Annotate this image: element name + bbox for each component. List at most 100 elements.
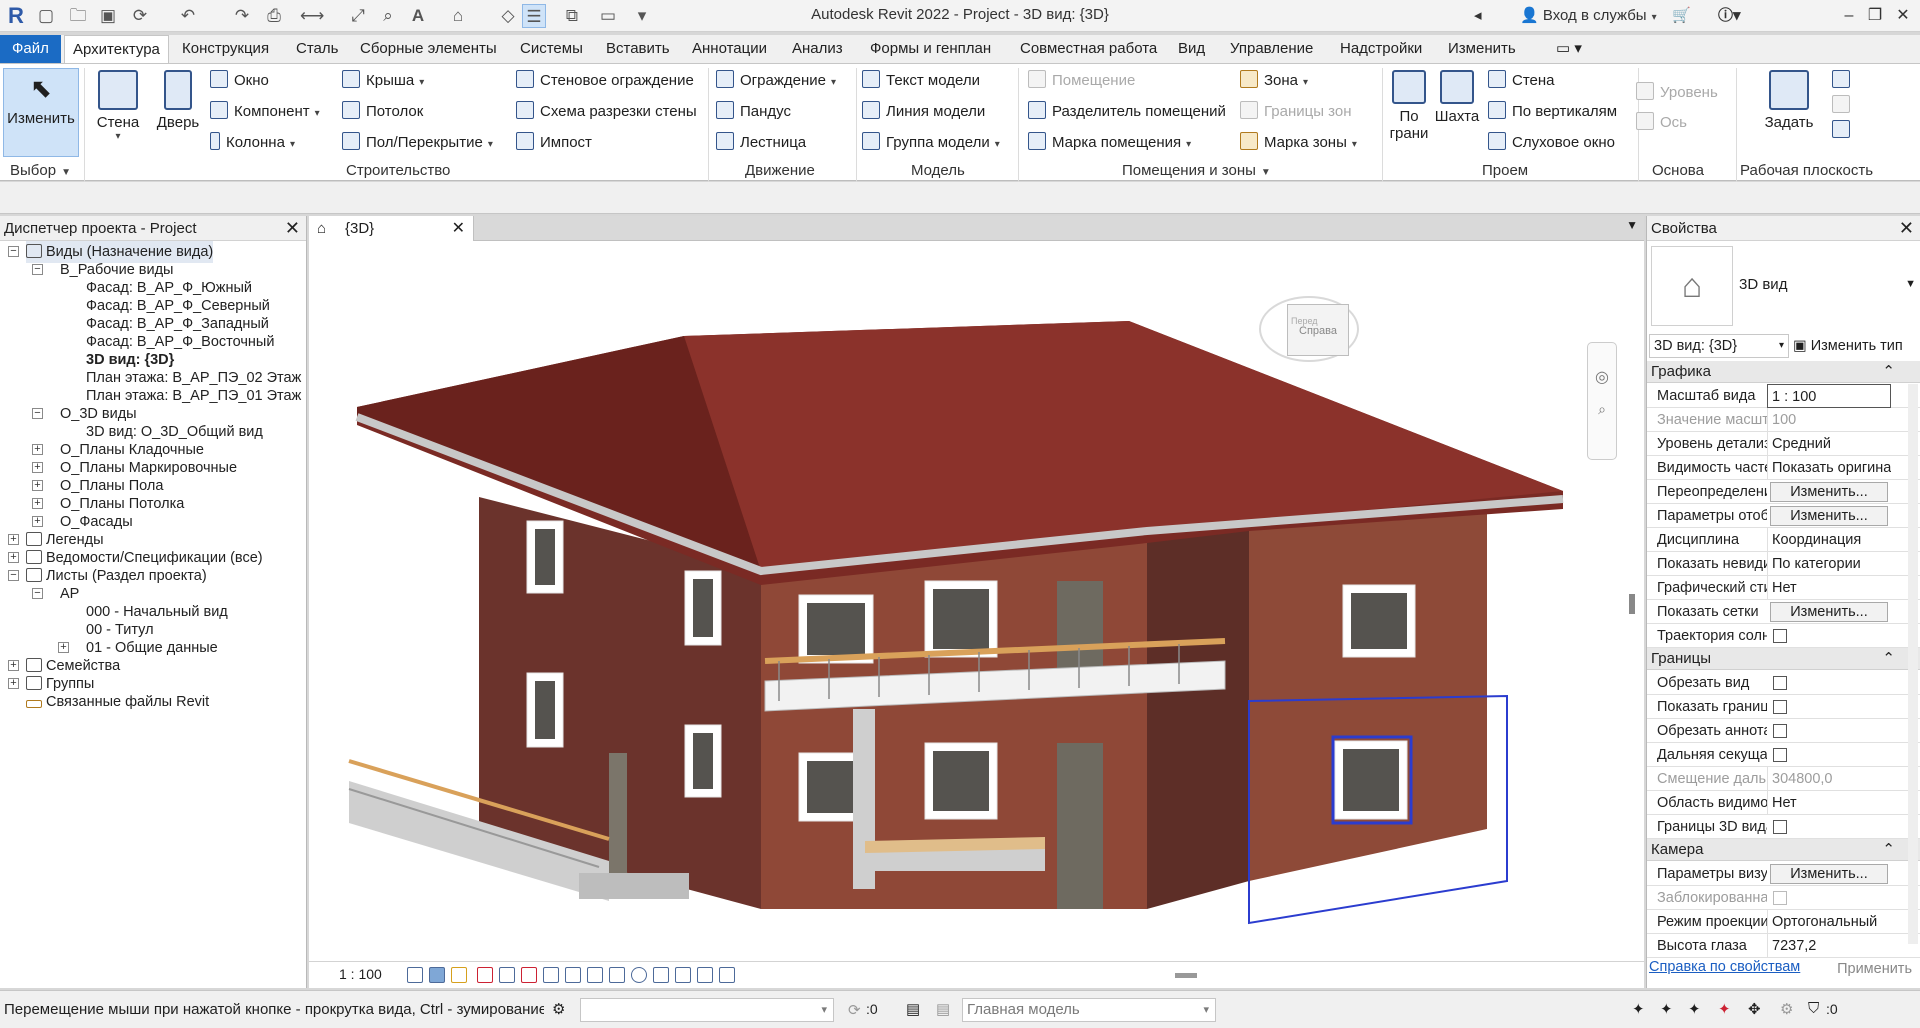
tree-node-sheet-group[interactable]: АР [60,583,79,605]
prop-annotation-crop[interactable]: Обрезать аннотации [1647,719,1920,743]
dimension-icon[interactable]: ⤢ [346,4,370,28]
roof-button[interactable]: Крыша ▾ [342,68,424,94]
prop-view-scale[interactable]: Масштаб вида 1 : 100 [1647,384,1920,408]
tab-steel[interactable]: Сталь [288,35,346,63]
drag-on-selection-icon[interactable]: ✥ [1748,1000,1761,1018]
ceiling-button[interactable]: Потолок [342,99,423,125]
component-button[interactable]: Компонент ▾ [210,99,320,125]
model-group-button[interactable]: Группа модели ▾ [862,130,1000,156]
group-graphics[interactable]: Графика ⌃ [1647,361,1920,383]
prop-show-grids[interactable]: Показать сетки Изменить... [1647,600,1920,624]
collapse-icon[interactable]: − [32,408,43,419]
navigation-bar[interactable]: ◎ ⌕ [1587,342,1617,460]
model-text-button[interactable]: Текст модели [862,68,980,94]
undo-icon[interactable]: ↶ [176,4,200,28]
prop-projection-mode[interactable]: Режим проекции Ортогональный [1647,910,1920,934]
prop-value[interactable]: Показать оригинал [1767,456,1891,480]
group-extents[interactable]: Границы ⌃ [1647,648,1920,670]
steering-wheel-icon[interactable]: ◎ [1588,367,1616,387]
expand-icon[interactable]: + [8,678,19,689]
print-icon[interactable]: ⎙ [262,4,286,28]
column-button[interactable]: Колонна ▾ [210,130,295,156]
prop-graphic-style[interactable]: Графический стильНет [1647,576,1920,600]
show-workplane-icon[interactable] [1832,68,1850,94]
prop-value[interactable]: По категории [1767,552,1891,576]
view-window[interactable]: ⌂ {3D} ✕ ▼ Справа Перед ◎ ⌕ 1: 100 [309,216,1644,988]
sun-path-icon[interactable] [451,967,467,983]
collapse-icon[interactable]: − [8,570,19,581]
wall-opening-button[interactable]: Стена [1488,68,1555,94]
tab-modify[interactable]: Изменить [1440,35,1524,63]
expand-icon[interactable]: + [32,498,43,509]
floor-button[interactable]: Пол/Перекрытие ▾ [342,130,493,156]
set-workplane-button[interactable]: Задать [1756,68,1822,131]
railing-button[interactable]: Ограждение ▾ [716,68,836,94]
properties-scrollbar[interactable] [1908,384,1918,944]
edit-button[interactable]: Изменить... [1770,482,1888,502]
prop-value[interactable]: Нет [1767,576,1891,600]
select-underlay-icon[interactable]: ✦ [1660,1000,1673,1018]
grid-button[interactable]: Ось [1636,110,1687,136]
room-area-panel-menu[interactable]: Помещения и зоны ▼ [1122,161,1271,181]
prop-section-box[interactable]: Границы 3D вида [1647,815,1920,839]
viewer-icon[interactable] [1832,118,1850,144]
wall-button[interactable]: Стена ▾ [92,68,144,142]
viewcube[interactable]: Справа [1287,304,1349,356]
expand-icon[interactable]: + [8,552,19,563]
visual-style-icon[interactable] [429,967,445,983]
select-by-face-icon[interactable]: ✦ [1718,1000,1731,1018]
prop-crop-view[interactable]: Обрезать вид [1647,671,1920,695]
revit-logo-icon[interactable]: R [4,4,28,28]
wall-dropdown-icon[interactable]: ▾ [92,131,144,142]
door-button[interactable]: Дверь [152,68,204,131]
ramp-button[interactable]: Пандус [716,99,791,125]
prop-far-clip[interactable]: Дальняя секущая [1647,743,1920,767]
sync-icon[interactable]: ⟳ [128,4,152,28]
prop-scope-box[interactable]: Область видимостиНет [1647,791,1920,815]
detail-level-icon[interactable] [407,967,423,983]
prop-discipline[interactable]: Дисциплина Координация [1647,528,1920,552]
window-button[interactable]: Окно [210,68,269,94]
tree-node-sheets[interactable]: Листы (Раздел проекта) [26,565,207,587]
new-file-icon[interactable]: ▢ [34,4,58,28]
prop-crop-visible[interactable]: Показать границу [1647,695,1920,719]
prop-sun-path[interactable]: Траектория солнца [1647,624,1920,648]
instance-selector[interactable]: 3D вид: {3D} ▾ [1649,334,1789,358]
tab-insert[interactable]: Вставить [598,35,678,63]
vertical-scrollbar[interactable] [1629,594,1635,614]
thin-lines-icon[interactable]: ☰ [522,4,546,28]
room-separator-button[interactable]: Разделитель помещений [1028,99,1226,125]
prop-detail-level[interactable]: Уровень детализацииСредний [1647,432,1920,456]
tab-systems[interactable]: Системы [512,35,591,63]
customize-quick-access-icon[interactable]: ▾ [630,4,654,28]
apply-button[interactable]: Применить [1837,961,1912,977]
edit-button[interactable]: Изменить... [1770,864,1888,884]
room-tag-button[interactable]: Марка помещения ▾ [1028,130,1191,156]
save-icon[interactable]: ▣ [96,4,120,28]
vertical-opening-button[interactable]: По вертикалям [1488,99,1617,125]
ribbon-options-icon[interactable]: ▭ ▾ [1548,35,1590,63]
crop-view-checkbox[interactable] [1773,676,1787,690]
view-tab[interactable]: ⌂ {3D} ✕ [309,216,474,241]
tab-addins[interactable]: Надстройки [1332,35,1430,63]
tab-menu-icon[interactable]: ▼ [1626,218,1638,232]
tab-annotate[interactable]: Аннотации [684,35,775,63]
horizontal-scrollbar[interactable] [1175,973,1197,978]
collapse-icon[interactable]: − [32,264,43,275]
select-pinned-icon[interactable]: ✦ [1688,1000,1701,1018]
collapse-icon[interactable]: − [8,246,19,257]
edit-button[interactable]: Изменить... [1770,506,1888,526]
tab-collaborate[interactable]: Совместная работа [1012,35,1165,63]
highlight-icon[interactable] [653,967,669,983]
minimize-icon[interactable]: – [1836,4,1862,28]
ref-plane-icon[interactable] [1832,93,1850,119]
prop-show-hidden[interactable]: Показать невидимыеПо категории [1647,552,1920,576]
crop-view-icon[interactable] [521,967,537,983]
type-name[interactable]: 3D вид [1739,276,1787,293]
edit-type-button[interactable]: ▣ Изменить тип [1793,334,1903,358]
sun-path-checkbox[interactable] [1773,629,1787,643]
worksharing-icon[interactable] [697,967,713,983]
type-dropdown-icon[interactable]: ▼ [1905,278,1916,290]
crop-visible-checkbox[interactable] [1773,700,1787,714]
prop-value[interactable]: 7237,2 [1767,934,1891,958]
